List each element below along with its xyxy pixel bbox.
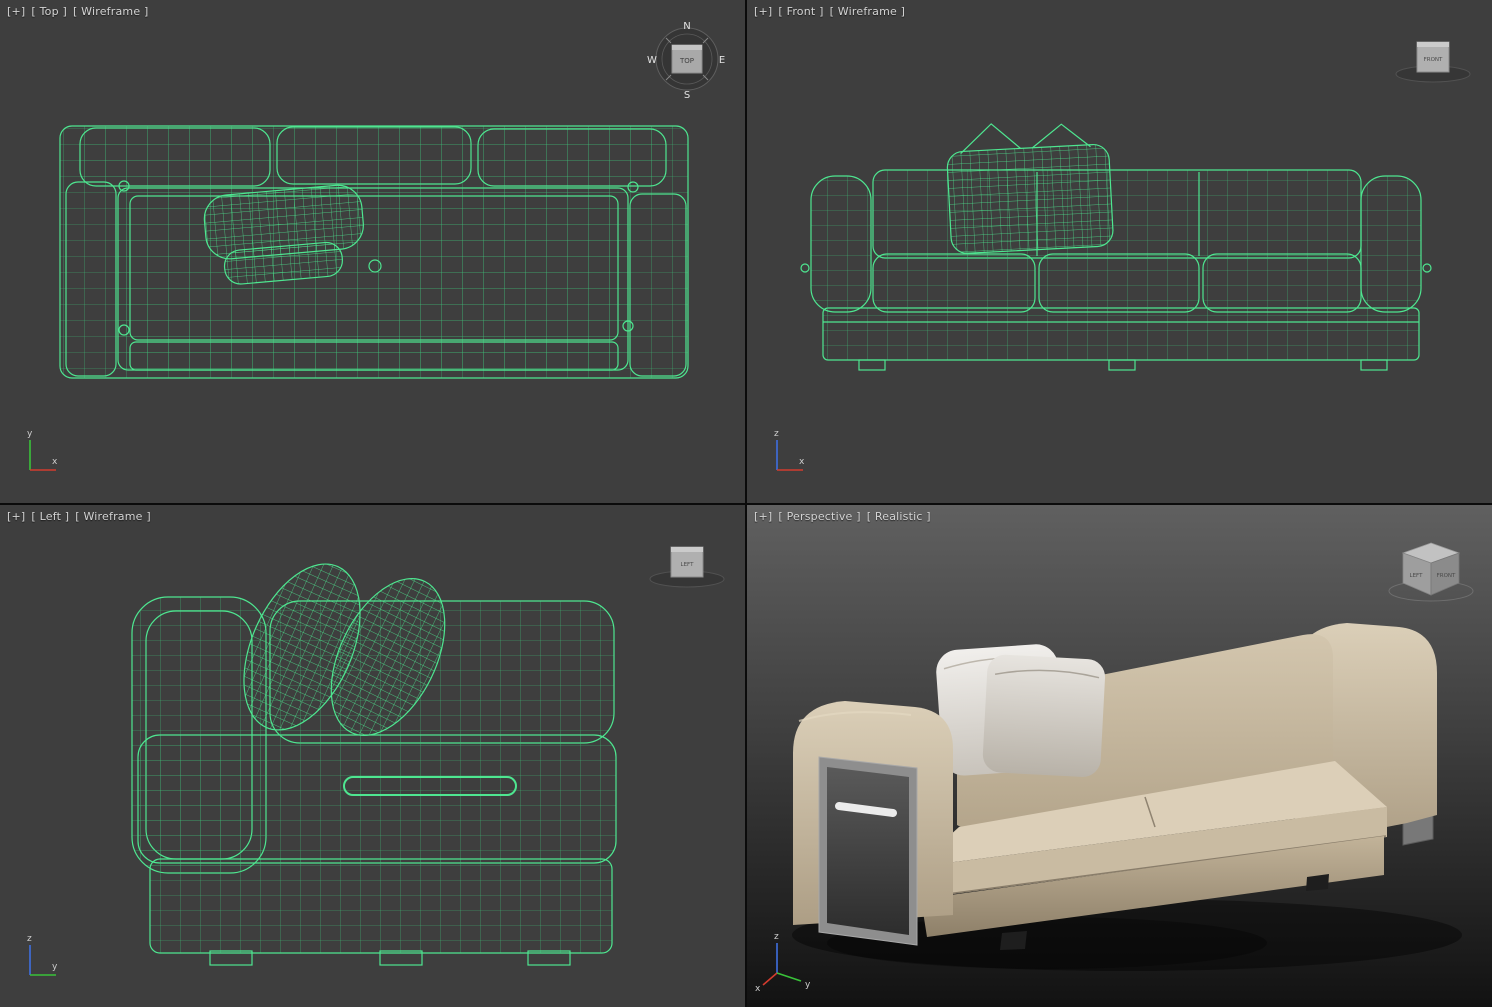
- viewport-shading-menu[interactable]: [ Wireframe ]: [75, 510, 151, 523]
- axis-y-label: y: [805, 980, 811, 990]
- viewport-menu-button[interactable]: [+]: [754, 510, 772, 523]
- compass-west-label[interactable]: W: [647, 55, 657, 66]
- axis-y-label: y: [52, 962, 58, 972]
- viewport-left-label: [+] [ Left ] [ Wireframe ]: [7, 510, 151, 523]
- viewport-menu-button[interactable]: [+]: [7, 5, 25, 18]
- viewport-shading-menu[interactable]: [ Realistic ]: [867, 510, 931, 523]
- viewport-front[interactable]: [+] [ Front ] [ Wireframe ] FRONT z x: [747, 0, 1492, 503]
- viewport-perspective-label: [+] [ Perspective ] [ Realistic ]: [754, 510, 931, 523]
- viewport-shading-menu[interactable]: [ Wireframe ]: [830, 5, 906, 18]
- viewport-front-label: [+] [ Front ] [ Wireframe ]: [754, 5, 905, 18]
- arm-tray-panel[interactable]: [818, 756, 918, 946]
- viewcube-left-face-label: LEFT: [681, 562, 695, 568]
- viewport-menu-button[interactable]: [+]: [7, 510, 25, 523]
- viewcube-persp-left-label: LEFT: [1410, 573, 1424, 579]
- axis-tripod-front: z x: [774, 429, 805, 471]
- axis-x-label: x: [755, 984, 761, 994]
- sofa-top-wireframe[interactable]: [59, 125, 689, 379]
- sofa-left-wireframe[interactable]: [131, 546, 617, 966]
- axis-tripod-left: z y: [27, 934, 58, 976]
- viewport-menu-button[interactable]: [+]: [754, 5, 772, 18]
- viewcube-left[interactable]: LEFT: [649, 546, 725, 588]
- compass-east-label[interactable]: E: [719, 55, 725, 66]
- axis-x-label: x: [52, 457, 58, 467]
- axis-tripod-top: y x: [27, 429, 58, 471]
- viewport-perspective-canvas: LEFT FRONT z x y: [747, 505, 1492, 1007]
- viewport-top-canvas: TOP N E S W y x: [27, 21, 725, 471]
- pillow-front-wireframe[interactable]: [945, 118, 1114, 254]
- viewcube-persp-front-label: FRONT: [1437, 573, 1456, 579]
- viewport-top-label: [+] [ Top ] [ Wireframe ]: [7, 5, 149, 18]
- viewport-perspective[interactable]: [+] [ Perspective ] [ Realistic ] LEFT F…: [747, 505, 1492, 1007]
- viewport-front-canvas: FRONT z x: [774, 41, 1471, 471]
- viewport-view-menu[interactable]: [ Front ]: [778, 5, 823, 18]
- viewcube-front-face-label: FRONT: [1424, 57, 1443, 63]
- compass-south-label[interactable]: S: [684, 90, 690, 101]
- viewcube-front[interactable]: FRONT: [1395, 41, 1471, 83]
- viewport-workspace: { "viewports": { "top": { "menu": "[+]",…: [0, 0, 1492, 1007]
- viewcube-top[interactable]: TOP N E S W: [647, 21, 725, 101]
- viewcube-top-face-label: TOP: [679, 57, 694, 65]
- viewport-left-canvas: LEFT z y: [27, 546, 725, 976]
- viewport-left[interactable]: [+] [ Left ] [ Wireframe ] LEFT z y: [0, 505, 745, 1007]
- pillow-front[interactable]: [982, 654, 1106, 778]
- compass-north-label[interactable]: N: [683, 21, 690, 32]
- axis-x-label: x: [799, 457, 805, 467]
- viewport-view-menu[interactable]: [ Left ]: [31, 510, 69, 523]
- axis-z-label: z: [774, 932, 779, 942]
- viewport-shading-menu[interactable]: [ Wireframe ]: [73, 5, 149, 18]
- axis-z-label: z: [774, 429, 779, 439]
- viewport-grid: [+] [ Top ] [ Wireframe ] TOP N E S W y …: [0, 0, 1492, 1007]
- viewport-view-menu[interactable]: [ Perspective ]: [778, 510, 860, 523]
- viewport-view-menu[interactable]: [ Top ]: [31, 5, 67, 18]
- sofa-front-wireframe[interactable]: [800, 118, 1432, 371]
- axis-z-label: z: [27, 934, 32, 944]
- axis-y-label: y: [27, 429, 33, 439]
- viewport-top[interactable]: [+] [ Top ] [ Wireframe ] TOP N E S W y …: [0, 0, 745, 503]
